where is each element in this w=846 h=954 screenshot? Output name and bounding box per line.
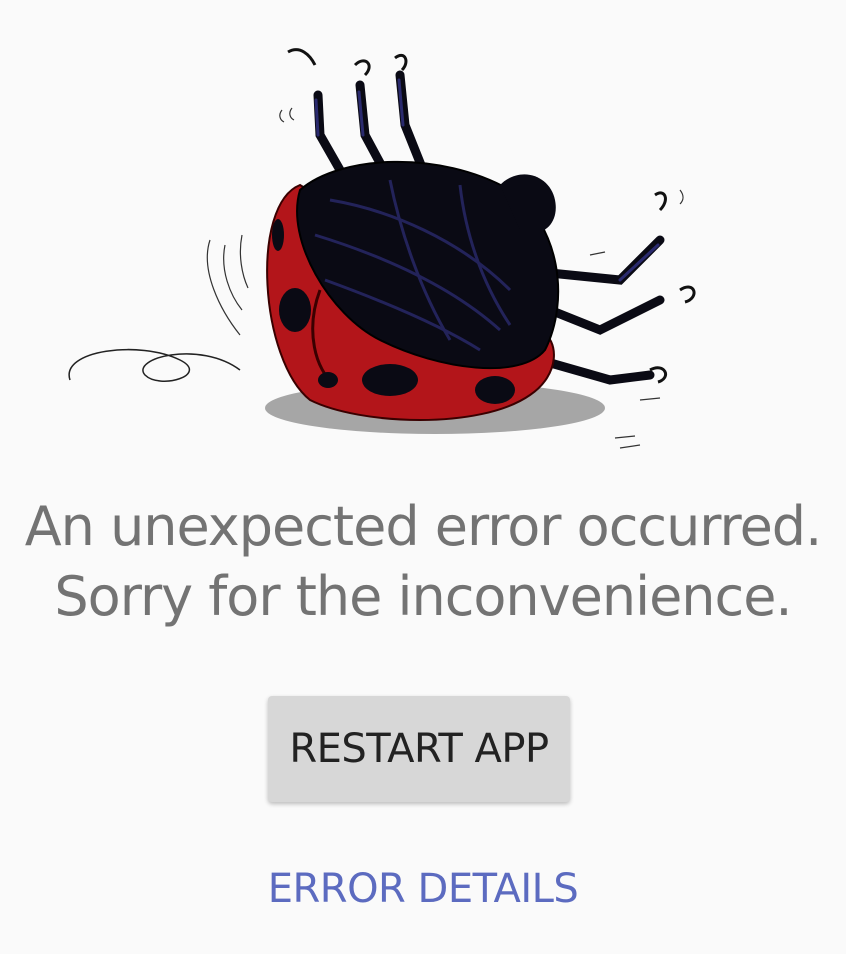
error-details-link[interactable]: ERROR DETAILS [0,866,846,912]
error-message: An unexpected error occurred. Sorry for … [0,492,846,632]
error-message-line2: Sorry for the inconvenience. [54,565,792,628]
restart-app-button[interactable]: RESTART APP [268,696,570,802]
overturned-ladybug-icon [68,48,696,449]
error-message-line1: An unexpected error occurred. [24,495,823,558]
